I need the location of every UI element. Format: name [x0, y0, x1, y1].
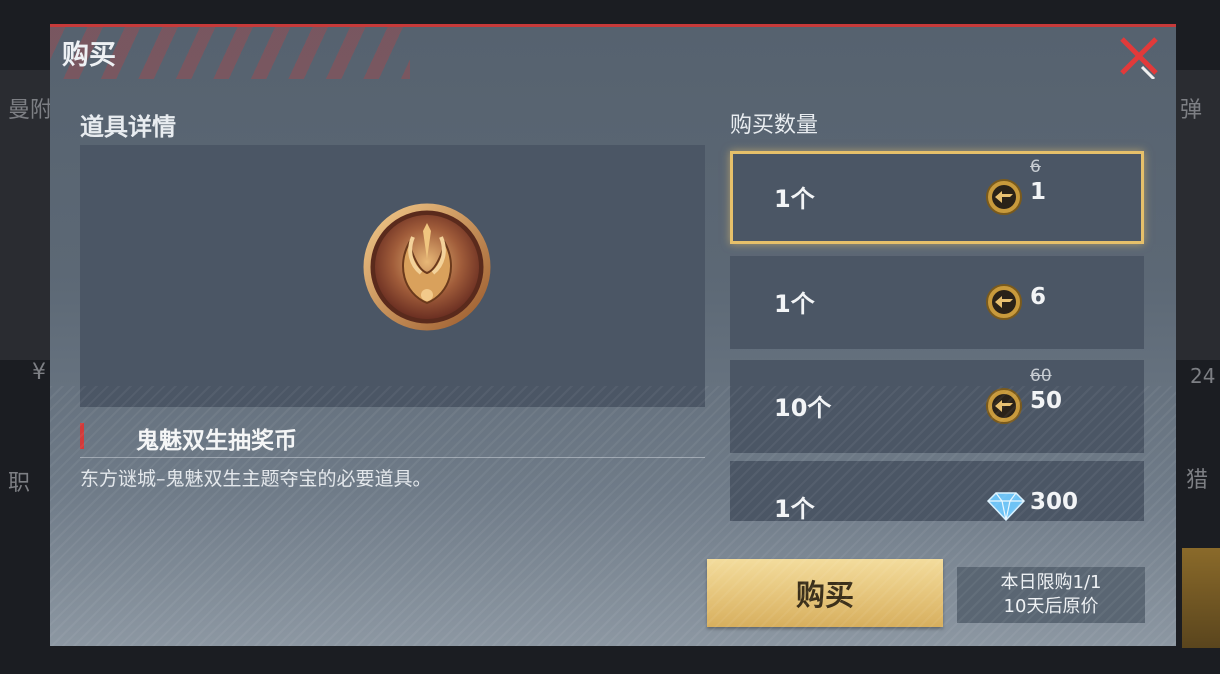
item-preview [80, 145, 705, 407]
daily-limit-text: 本日限购1/1 [1000, 572, 1102, 593]
price-restore-text: 10天后原价 [1003, 596, 1099, 617]
item-name-accent-bar [80, 423, 84, 449]
background-text-left-low: 职 [8, 471, 31, 496]
option-quantity: 10个 [774, 394, 832, 422]
dialog-title: 购买 [62, 40, 116, 71]
quantity-heading: 购买数量 [730, 113, 819, 138]
details-divider [80, 457, 705, 458]
purchase-limit-info: 本日限购1/1 10天后原价 [957, 567, 1145, 623]
option-list-clip: 1个 300 [730, 461, 1144, 521]
option-price: 6 [1030, 284, 1047, 310]
option-price: 300 [1030, 489, 1079, 515]
cf-coin-icon [986, 284, 1022, 324]
quantity-option-2[interactable]: 1个 6 [730, 256, 1144, 349]
background-text-right-low: 猎 [1186, 468, 1209, 493]
buy-button[interactable]: 购买 [707, 559, 943, 627]
option-original-price: 6 [1030, 157, 1041, 177]
details-heading: 道具详情 [80, 113, 176, 141]
close-icon[interactable] [1116, 33, 1162, 81]
ghost-twin-token-icon [363, 203, 491, 335]
option-quantity: 1个 [774, 495, 815, 521]
cf-coin-icon [986, 388, 1022, 428]
option-price: 1 [1030, 179, 1047, 205]
option-price: 50 [1030, 388, 1063, 414]
background-text-left-mid: ¥ [32, 360, 46, 385]
item-name: 鬼魅双生抽奖币 [136, 428, 297, 454]
option-quantity: 1个 [774, 185, 815, 213]
background-card-right [1182, 548, 1220, 648]
option-quantity: 1个 [774, 290, 815, 318]
diamond-icon [986, 491, 1026, 521]
quantity-option-1[interactable]: 1个 6 1 [730, 151, 1144, 244]
background-text-right-mid: 24 [1190, 364, 1216, 388]
item-description: 东方谜城–鬼魅双生主题夺宝的必要道具。 [80, 468, 432, 490]
cf-coin-icon [986, 179, 1022, 219]
background-text-right-top: 弹 [1180, 98, 1203, 123]
quantity-option-3[interactable]: 10个 60 50 [730, 360, 1144, 453]
purchase-dialog: 购买 道具详情 鬼魅双生抽奖币 东方谜城–鬼魅双生主题夺宝的必要道具。 购买数量… [50, 24, 1176, 646]
quantity-option-4[interactable]: 1个 300 [730, 461, 1144, 521]
option-original-price: 60 [1030, 366, 1052, 386]
background-text-left-top: 曼附 [8, 98, 53, 123]
